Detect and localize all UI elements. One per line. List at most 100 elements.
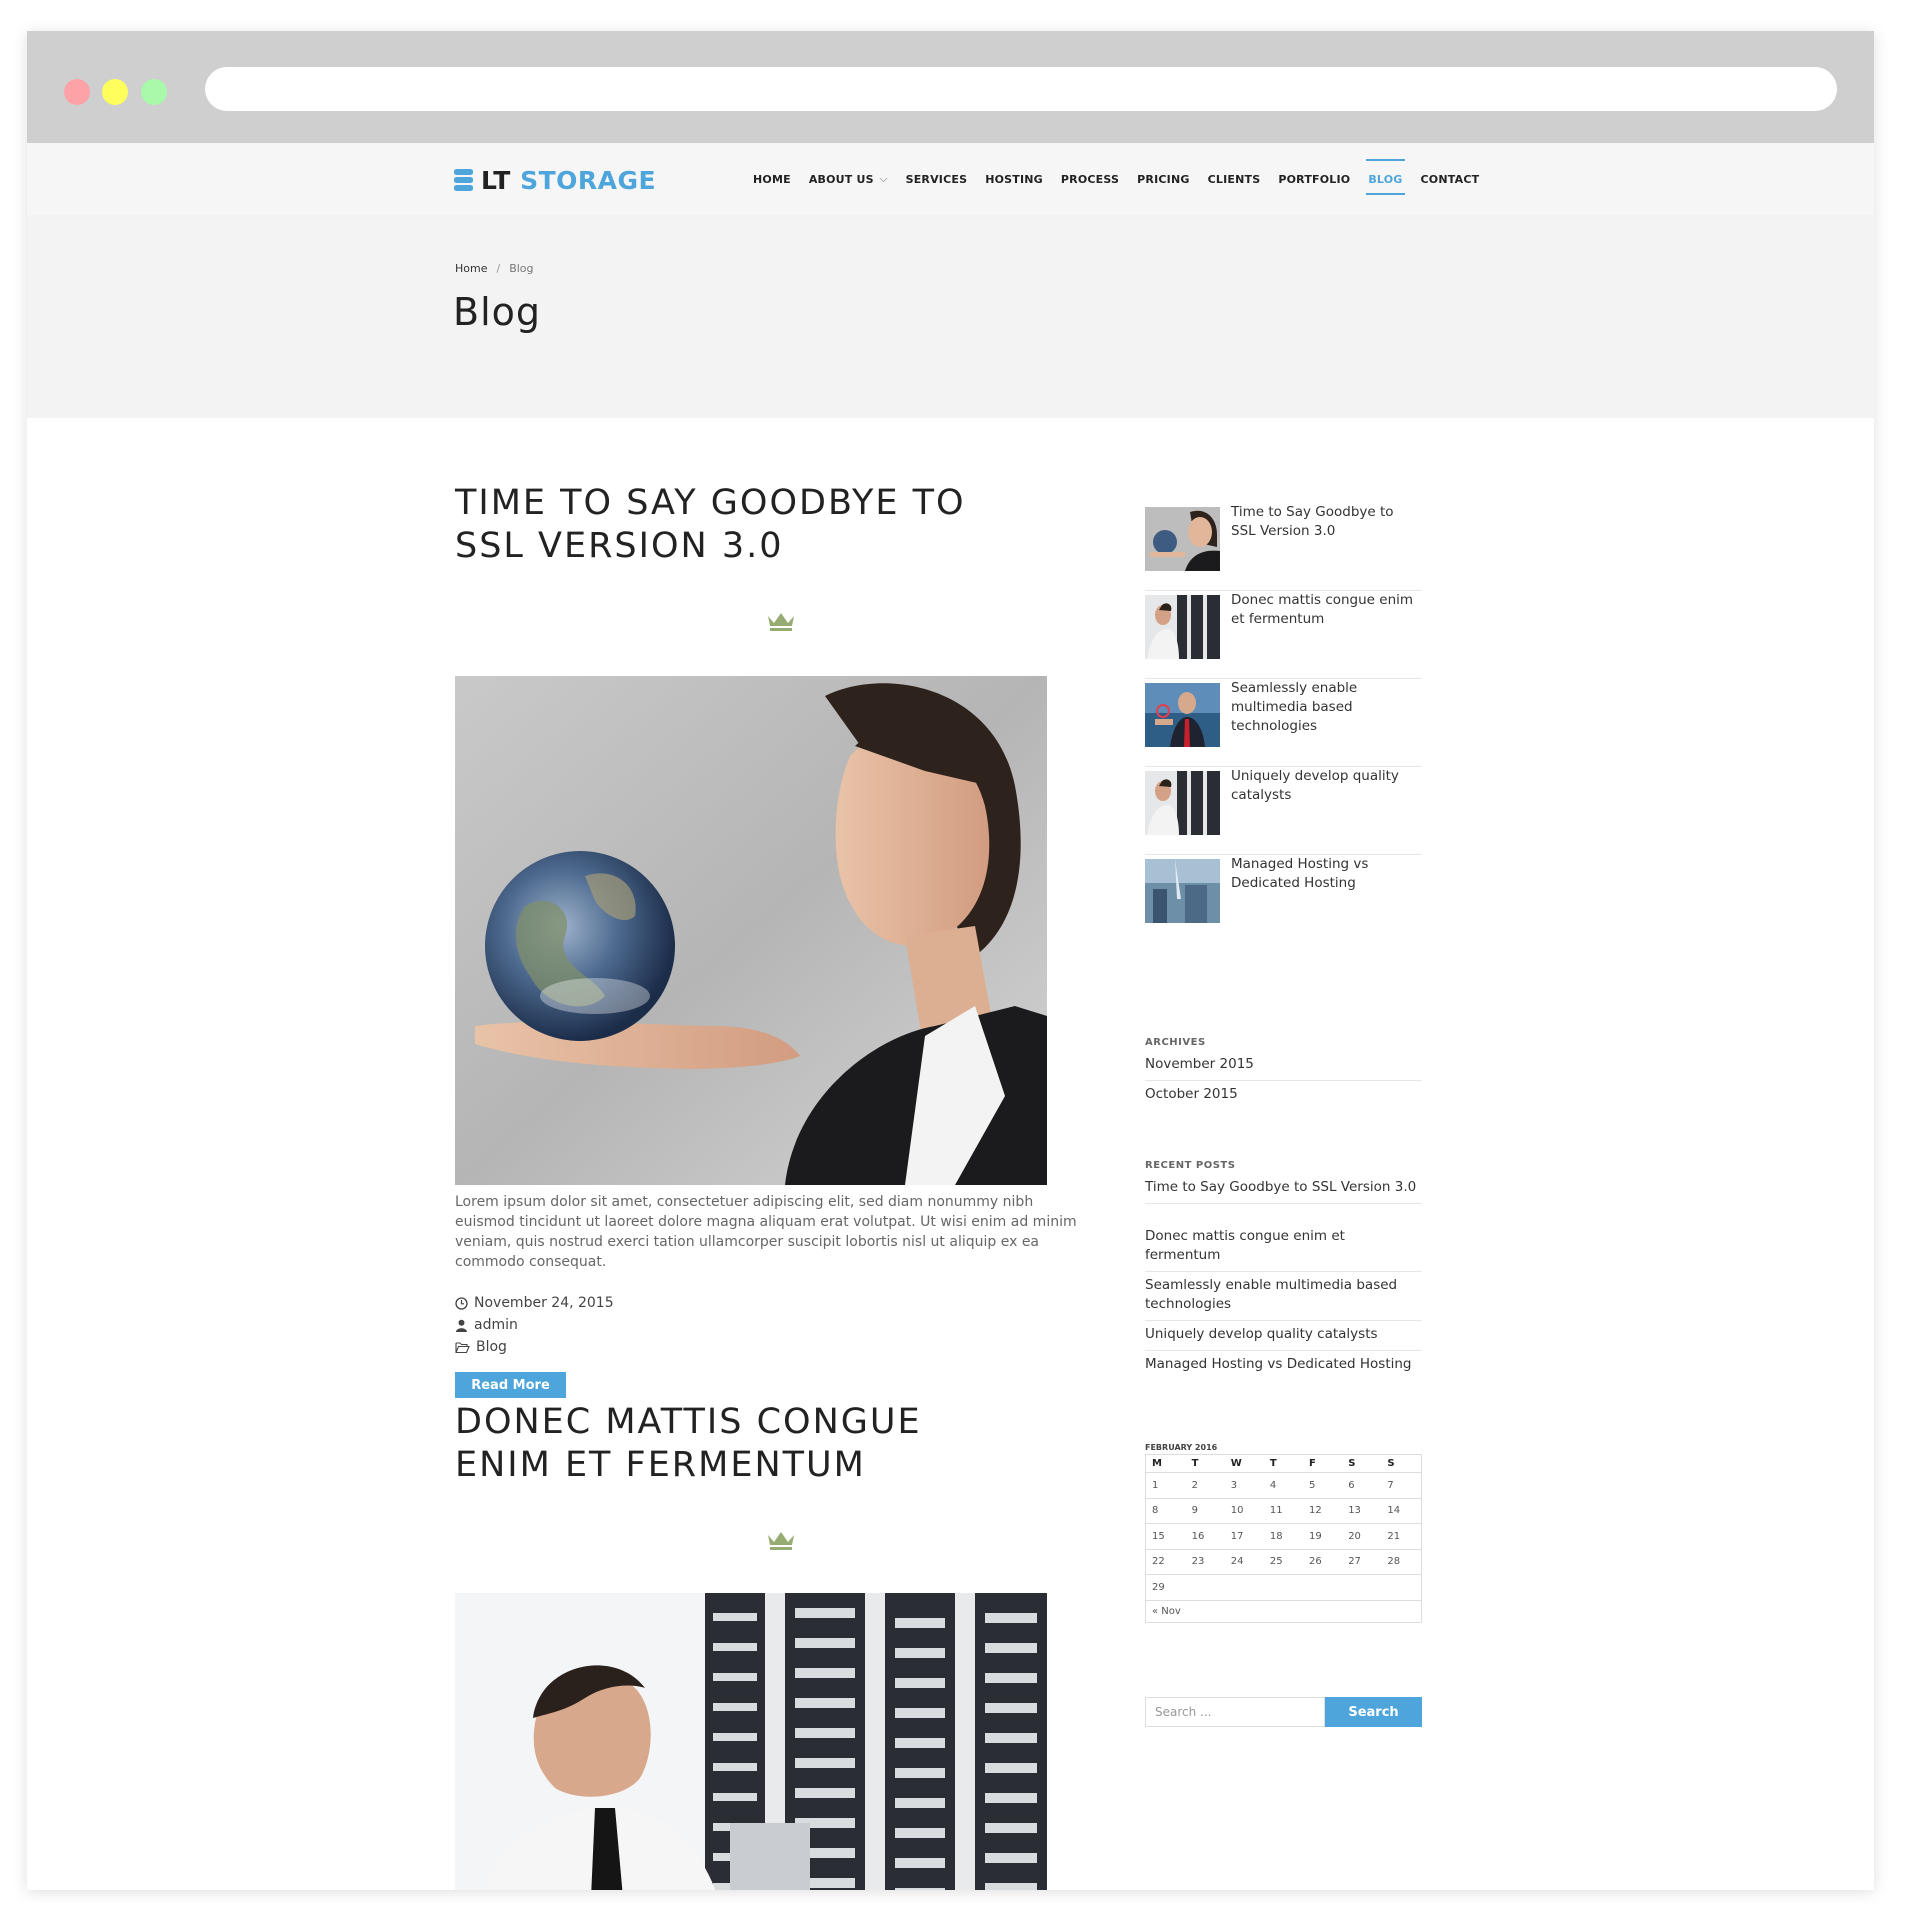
featured-post-item[interactable]: Seamlessly enable multimedia based techn… xyxy=(1145,679,1422,767)
nav-item-about-us[interactable]: ABOUT US ⌵ xyxy=(809,143,888,215)
logo-text: LT STORAGE xyxy=(481,166,656,195)
post-title-line: ENIM ET FERMENTUM xyxy=(455,1445,866,1485)
calendar-day xyxy=(1342,1574,1382,1601)
calendar-day: 21 xyxy=(1381,1523,1422,1550)
calendar-day: 16 xyxy=(1185,1523,1225,1550)
nav-item-blog[interactable]: BLOG xyxy=(1366,143,1405,215)
calendar-day: 9 xyxy=(1185,1498,1225,1524)
address-bar[interactable] xyxy=(205,67,1837,111)
calendar-week-row: 29 xyxy=(1145,1574,1422,1601)
recent-post-link[interactable]: Managed Hosting vs Dedicated Hosting xyxy=(1145,1355,1422,1380)
minimize-window-button[interactable] xyxy=(102,79,128,105)
calendar-weekday: T xyxy=(1263,1454,1304,1473)
featured-post-item[interactable]: Uniquely develop quality catalysts xyxy=(1145,767,1422,855)
page-header: Home / Blog Blog xyxy=(27,215,1874,418)
calendar-widget: FEBRUARY 2016 M T W T F S S 1 2 3 4 5 6 … xyxy=(1145,1443,1422,1623)
breadcrumb: Home / Blog xyxy=(455,262,534,275)
logo[interactable]: LT STORAGE xyxy=(454,165,656,195)
calendar-weekday: S xyxy=(1342,1454,1382,1473)
search-button[interactable]: Search xyxy=(1325,1697,1422,1727)
calendar-week-row: 15 16 17 18 19 20 21 xyxy=(1145,1523,1422,1550)
post-image[interactable] xyxy=(455,676,1047,1185)
calendar-day: 20 xyxy=(1342,1523,1382,1550)
featured-post-title[interactable]: Managed Hosting vs Dedicated Hosting xyxy=(1231,855,1421,893)
nav-item-contact[interactable]: CONTACT xyxy=(1421,143,1480,215)
post-category: Blog xyxy=(455,1339,507,1355)
post-date-text: November 24, 2015 xyxy=(474,1295,614,1311)
featured-post-title[interactable]: Seamlessly enable multimedia based techn… xyxy=(1231,679,1421,736)
featured-post-item[interactable]: Donec mattis congue enim et fermentum xyxy=(1145,591,1422,679)
nav-item-clients[interactable]: CLIENTS xyxy=(1208,143,1261,215)
calendar-day xyxy=(1303,1574,1343,1601)
calendar-weekday: T xyxy=(1185,1454,1225,1473)
post-date: November 24, 2015 xyxy=(455,1295,614,1311)
calendar-week-row: 22 23 24 25 26 27 28 xyxy=(1145,1549,1422,1575)
recent-post-link[interactable]: Uniquely develop quality catalysts xyxy=(1145,1325,1422,1351)
calendar-day xyxy=(1224,1574,1264,1601)
calendar-day: 25 xyxy=(1263,1549,1304,1575)
user-icon xyxy=(456,1319,467,1332)
close-window-button[interactable] xyxy=(64,79,90,105)
calendar-day: 24 xyxy=(1224,1549,1264,1575)
calendar-day: 2 xyxy=(1185,1472,1225,1499)
recent-post-link[interactable]: Seamlessly enable multimedia based techn… xyxy=(1145,1276,1422,1321)
blog-post: DONEC MATTIS CONGUE ENIM ET FERMENTUM xyxy=(455,1401,1085,1890)
search-input[interactable] xyxy=(1145,1697,1325,1727)
recent-post-link[interactable]: Time to Say Goodbye to SSL Version 3.0 xyxy=(1145,1178,1422,1204)
calendar-day: 12 xyxy=(1303,1498,1343,1524)
featured-post-title[interactable]: Uniquely develop quality catalysts xyxy=(1231,767,1421,805)
post-excerpt: Lorem ipsum dolor sit amet, consectetuer… xyxy=(455,1194,1077,1270)
maximize-window-button[interactable] xyxy=(141,79,167,105)
breadcrumb-separator: / xyxy=(496,262,501,275)
calendar-day xyxy=(1185,1574,1225,1601)
post-thumbnail[interactable] xyxy=(1145,771,1220,835)
calendar-caption: FEBRUARY 2016 xyxy=(1145,1443,1218,1452)
breadcrumb-home[interactable]: Home xyxy=(455,262,487,275)
calendar-day: 19 xyxy=(1303,1523,1343,1550)
post-title[interactable]: DONEC MATTIS CONGUE ENIM ET FERMENTUM xyxy=(455,1401,1085,1487)
recent-post-link[interactable]: Donec mattis congue enim et fermentum xyxy=(1145,1227,1422,1272)
nav-item-pricing[interactable]: PRICING xyxy=(1137,143,1189,215)
calendar-day: 6 xyxy=(1342,1472,1382,1499)
nav-item-hosting[interactable]: HOSTING xyxy=(985,143,1043,215)
post-author-link[interactable]: admin xyxy=(474,1317,518,1333)
featured-post-item[interactable]: Time to Say Goodbye to SSL Version 3.0 xyxy=(1145,503,1422,591)
featured-post-title[interactable]: Donec mattis congue enim et fermentum xyxy=(1231,591,1421,629)
nav-item-portfolio[interactable]: PORTFOLIO xyxy=(1278,143,1350,215)
calendar-day: 23 xyxy=(1185,1549,1225,1575)
calendar-day: 3 xyxy=(1224,1472,1264,1499)
calendar-day: 13 xyxy=(1342,1498,1382,1524)
post-thumbnail[interactable] xyxy=(1145,859,1220,923)
post-image[interactable] xyxy=(455,1593,1047,1890)
calendar-day: 28 xyxy=(1381,1549,1422,1575)
post-thumbnail[interactable] xyxy=(1145,683,1220,747)
nav-item-services[interactable]: SERVICES xyxy=(906,143,968,215)
post-category-link[interactable]: Blog xyxy=(476,1339,507,1355)
archives-title: ARCHIVES xyxy=(1145,1037,1206,1048)
calendar-day: 17 xyxy=(1224,1523,1264,1550)
server-room-thumbnail xyxy=(1145,595,1220,659)
calendar-day: 5 xyxy=(1303,1472,1343,1499)
featured-post-title[interactable]: Time to Say Goodbye to SSL Version 3.0 xyxy=(1231,503,1421,541)
post-thumbnail[interactable] xyxy=(1145,595,1220,659)
archive-link[interactable]: November 2015 xyxy=(1145,1055,1422,1081)
nav-item-process[interactable]: PROCESS xyxy=(1061,143,1119,215)
main-nav: HOME ABOUT US ⌵ SERVICES HOSTING PROCESS … xyxy=(753,143,1479,215)
post-thumbnail[interactable] xyxy=(1145,507,1220,571)
clock-icon xyxy=(455,1296,468,1310)
logo-text-storage: STORAGE xyxy=(520,165,657,195)
calendar-day: 11 xyxy=(1263,1498,1304,1524)
chevron-down-icon: ⌵ xyxy=(879,173,888,185)
server-room-technician-image xyxy=(455,1593,1047,1890)
post-title-line: TIME TO SAY GOODBYE TO xyxy=(455,483,966,523)
featured-post-item[interactable]: Managed Hosting vs Dedicated Hosting xyxy=(1145,855,1422,943)
recent-posts-title: RECENT POSTS xyxy=(1145,1160,1236,1171)
calendar-day: 7 xyxy=(1381,1472,1422,1499)
calendar-prev-month-link[interactable]: « Nov xyxy=(1152,1606,1181,1617)
nav-item-home[interactable]: HOME xyxy=(753,143,791,215)
read-more-button[interactable]: Read More xyxy=(455,1372,566,1398)
calendar-weekday: S xyxy=(1381,1454,1422,1473)
calendar-weekday: W xyxy=(1224,1454,1264,1473)
archive-link[interactable]: October 2015 xyxy=(1145,1085,1422,1110)
post-title[interactable]: TIME TO SAY GOODBYE TO SSL VERSION 3.0 xyxy=(455,482,1085,568)
